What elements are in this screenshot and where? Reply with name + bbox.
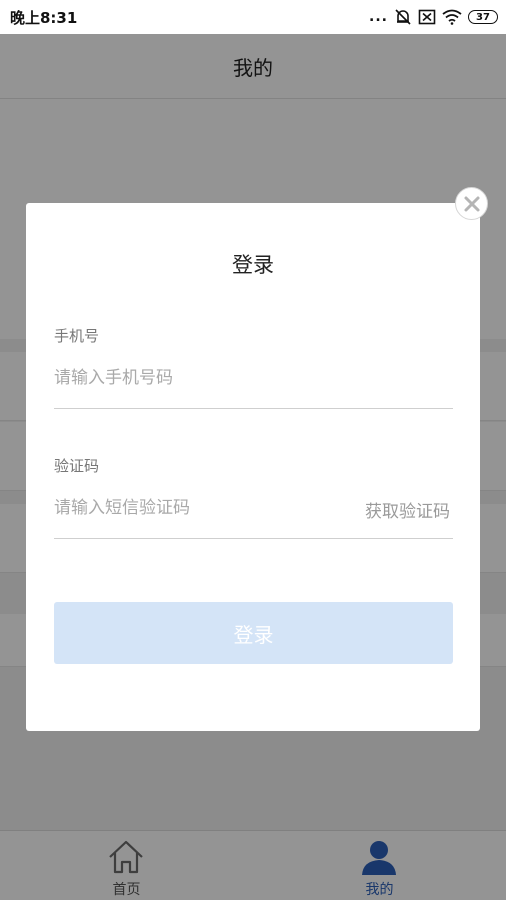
code-underline (54, 538, 453, 539)
login-button[interactable]: 登录 (54, 602, 453, 664)
status-time: 晚上8:31 (10, 9, 78, 27)
status-bar: 晚上8:31 ... 37 (0, 0, 506, 34)
code-label: 验证码 (54, 457, 100, 475)
phone-underline (54, 408, 453, 409)
status-icons: ... 37 (369, 6, 498, 28)
more-dots-icon: ... (369, 9, 388, 25)
sim-off-icon (418, 9, 436, 25)
close-icon (464, 196, 479, 211)
phone-label: 手机号 (54, 327, 100, 345)
login-dialog: 登录 手机号 验证码 获取验证码 登录 (26, 203, 480, 731)
battery-indicator: 37 (468, 10, 498, 24)
verification-code-input[interactable] (54, 491, 334, 525)
mute-bell-icon (395, 9, 411, 25)
wifi-icon (442, 9, 462, 25)
get-code-button[interactable]: 获取验证码 (365, 497, 450, 522)
dialog-title: 登录 (232, 253, 274, 277)
close-button[interactable] (455, 187, 488, 220)
phone-input[interactable] (54, 361, 454, 395)
